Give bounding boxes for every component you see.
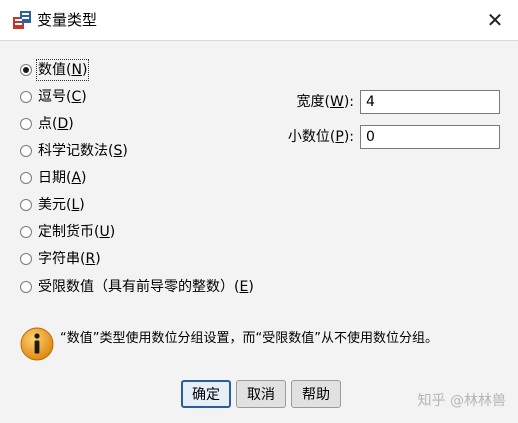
radio-button[interactable] — [20, 91, 32, 103]
radio-dollar[interactable]: 美元(L) — [20, 195, 85, 215]
ok-button[interactable]: 确定 — [181, 380, 231, 408]
radio-scientific[interactable]: 科学记数法(S) — [20, 141, 128, 161]
radio-restricted-numeric[interactable]: 受限数值（具有前导零的整数）(E) — [20, 277, 254, 297]
radio-dot[interactable]: 点(D) — [20, 114, 74, 134]
cancel-button[interactable]: 取消 — [236, 380, 286, 408]
radio-date[interactable]: 日期(A) — [20, 168, 87, 188]
window-title: 变量类型 — [37, 11, 98, 29]
radio-button[interactable] — [20, 281, 32, 293]
width-field[interactable] — [360, 90, 500, 114]
close-icon: ✕ — [486, 8, 504, 32]
help-button[interactable]: 帮助 — [291, 380, 341, 408]
radio-label: 逗号(C) — [38, 89, 87, 105]
radio-button[interactable] — [20, 64, 32, 76]
radio-numeric[interactable]: 数值(N) — [20, 59, 90, 81]
radio-button[interactable] — [20, 253, 32, 265]
radio-comma[interactable]: 逗号(C) — [20, 87, 87, 107]
radio-button[interactable] — [20, 172, 32, 184]
radio-label: 美元(L) — [38, 197, 85, 213]
radio-button[interactable] — [20, 118, 32, 130]
info-message: “数值”类型使用数位分组设置，而“受限数值”从不使用数位分组。 — [60, 331, 438, 346]
radio-label: 科学记数法(S) — [38, 143, 128, 159]
radio-button[interactable] — [20, 226, 32, 238]
watermark: 知乎 @林林兽 — [417, 393, 506, 409]
radio-label: 受限数值（具有前导零的整数）(E) — [38, 279, 254, 295]
radio-custom-currency[interactable]: 定制货币(U) — [20, 222, 115, 242]
title-bar: 变量类型 ✕ — [0, 0, 518, 40]
info-icon — [20, 327, 54, 361]
radio-label: 日期(A) — [38, 170, 87, 186]
radio-button[interactable] — [20, 145, 32, 157]
radio-string[interactable]: 字符串(R) — [20, 249, 101, 269]
radio-label: 数值(N) — [35, 59, 90, 81]
radio-label: 字符串(R) — [38, 251, 101, 267]
decimals-label: 小数位(P): — [287, 129, 354, 145]
spss-app-icon — [13, 11, 31, 29]
radio-label: 点(D) — [38, 116, 74, 132]
radio-label: 定制货币(U) — [38, 224, 116, 240]
radio-button[interactable] — [20, 199, 32, 211]
decimals-field[interactable] — [360, 125, 500, 149]
width-label: 宽度(W): — [296, 94, 355, 110]
close-button[interactable]: ✕ — [472, 0, 518, 40]
